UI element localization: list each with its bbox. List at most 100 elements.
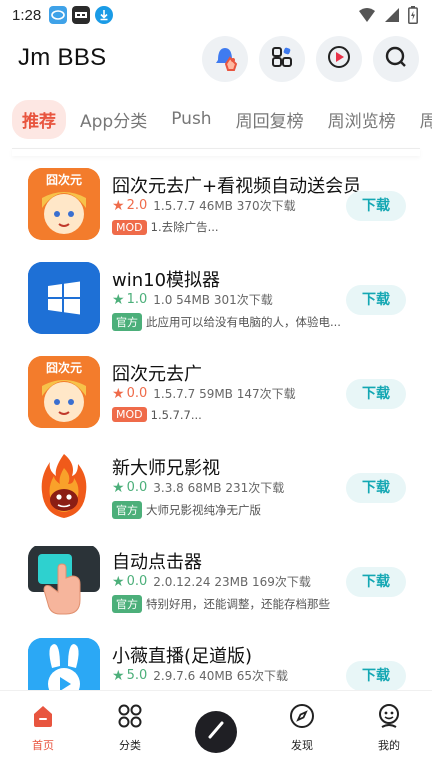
grid-icon <box>117 704 143 733</box>
app-name: 囧次元去广+看视频自动送会员 <box>112 176 362 197</box>
app-size: 23MB <box>214 574 249 589</box>
category-tabs: 推荐 App分类 Push 周回复榜 周浏览榜 周 <box>0 98 432 140</box>
official-badge: 官方 <box>112 595 142 613</box>
app-version: 2.0.12.24 <box>153 574 211 589</box>
jiongciyuan-icon: 囧次元 <box>28 356 100 428</box>
official-badge: 官方 <box>112 501 142 519</box>
video-button[interactable] <box>316 36 362 82</box>
compass-icon <box>289 704 315 733</box>
video-play-icon <box>326 44 352 74</box>
star-icon: ★ <box>112 197 125 214</box>
app-meta: ★ 0.0 3.3.8 68MB 231次下载 <box>112 479 284 496</box>
app-version: 1.5.7.7 <box>153 386 196 401</box>
app-list: 囧次元 囧次元去广+看视频自动送会员 ★ 2.0 1.5.7.7 46MB 37… <box>0 158 432 690</box>
app-meta: ★ 2.0 1.5.7.7 46MB 370次下载 <box>112 197 296 214</box>
status-bar: 1:28 <box>0 0 432 30</box>
windows-logo-icon <box>28 262 100 334</box>
download-button[interactable]: 下载 <box>346 567 406 597</box>
notification-bell-icon <box>208 40 242 78</box>
app-size: 68MB <box>187 480 222 495</box>
list-item[interactable]: win10模拟器 ★ 1.0 1.0 54MB 301次下载 官方 此应用可以给… <box>0 252 432 346</box>
nav-profile[interactable]: 我的 <box>359 703 419 753</box>
app-version: 1.0 <box>153 292 173 307</box>
tab-weekly-views[interactable]: 周浏览榜 <box>318 100 406 139</box>
app-meta: ★ 0.0 1.5.7.7 59MB 147次下载 <box>112 385 296 402</box>
search-icon <box>384 45 408 73</box>
app-description: 大师兄影视纯净无广版 <box>146 503 261 517</box>
download-icon <box>95 6 114 24</box>
app-tagline: 官方 此应用可以给没有电脑的人，体验电... <box>112 313 341 331</box>
nav-home-label: 首页 <box>32 739 54 752</box>
list-item[interactable]: 囧次元 囧次元去广 ★ 0.0 1.5.7.7 59MB 147次下载 MOD … <box>0 346 432 440</box>
nav-category-label: 分类 <box>119 739 141 752</box>
app-tagline: 官方 大师兄影视纯净无广版 <box>112 501 261 519</box>
jiongciyuan-icon: 囧次元 <box>28 168 100 240</box>
app-tagline: 官方 特别好用，还能调整，还能存档那些 <box>112 595 330 613</box>
app-downloads: 65次下载 <box>236 669 289 683</box>
app-description: 1.去除广告... <box>150 220 219 234</box>
app-name: 囧次元去广 <box>112 364 202 385</box>
tab-weekly-reply[interactable]: 周回复榜 <box>226 100 314 139</box>
tab-recommend[interactable]: 推荐 <box>12 99 66 139</box>
nav-category[interactable]: 分类 <box>100 703 160 753</box>
rabbit-play-icon <box>28 638 100 690</box>
home-icon <box>30 706 56 733</box>
auto-clicker-icon <box>28 544 100 616</box>
app-tagline: MOD 1.去除广告... <box>112 219 219 235</box>
app-downloads: 147次下载 <box>236 387 296 401</box>
app-name: 小薇直播(足道版) <box>112 646 253 667</box>
pen-icon <box>205 719 227 745</box>
app-version: 1.5.7.7 <box>153 198 196 213</box>
star-icon: ★ <box>112 479 125 496</box>
divider <box>12 148 420 156</box>
bottom-nav: 首页 分类 发现 我的 <box>0 690 432 768</box>
app-size: 40MB <box>199 668 233 683</box>
download-button[interactable]: 下载 <box>346 379 406 409</box>
list-item[interactable]: 新大师兄影视 ★ 0.0 3.3.8 68MB 231次下载 官方 大师兄影视纯… <box>0 440 432 534</box>
app-rating: 0.0 <box>126 386 148 401</box>
apps-button[interactable] <box>259 36 305 82</box>
app-size: 54MB <box>176 292 211 307</box>
app-downloads: 169次下载 <box>252 575 311 589</box>
tab-push[interactable]: Push <box>161 102 221 136</box>
download-button[interactable]: 下载 <box>346 661 406 690</box>
svg-text:囧次元: 囧次元 <box>46 172 82 187</box>
wifi-icon <box>358 7 376 27</box>
nav-discover-label: 发现 <box>291 739 313 752</box>
app-description: 特别好用，还能调整，还能存档那些 <box>146 597 330 611</box>
app-tagline: MOD 1.5.7.7... <box>112 407 202 422</box>
profile-icon <box>376 704 402 733</box>
nav-post-button[interactable] <box>195 711 237 753</box>
nav-home[interactable]: 首页 <box>13 703 73 753</box>
app-meta: ★ 5.0 2.9.7.6 40MB 65次下载 <box>112 667 288 684</box>
star-icon: ★ <box>112 385 125 402</box>
download-button[interactable]: 下载 <box>346 285 406 315</box>
list-item[interactable]: 小薇直播(足道版) ★ 5.0 2.9.7.6 40MB 65次下载 下载 <box>0 628 432 690</box>
search-button[interactable] <box>373 36 419 82</box>
app-description: 此应用可以给没有电脑的人，体验电... <box>146 315 341 329</box>
notification-button[interactable] <box>202 36 248 82</box>
list-item[interactable]: 囧次元 囧次元去广+看视频自动送会员 ★ 2.0 1.5.7.7 46MB 37… <box>0 158 432 252</box>
download-button[interactable]: 下载 <box>346 191 406 221</box>
status-time: 1:28 <box>12 6 42 24</box>
svg-text:囧次元: 囧次元 <box>46 360 82 375</box>
apps-icon <box>270 45 294 73</box>
download-button[interactable]: 下载 <box>346 473 406 503</box>
app-meta: ★ 1.0 1.0 54MB 301次下载 <box>112 291 273 308</box>
mod-badge: MOD <box>112 407 147 422</box>
app-rating: 2.0 <box>126 198 148 213</box>
tab-weekly-more[interactable]: 周 <box>410 100 432 139</box>
app-meta: ★ 0.0 2.0.12.24 23MB 169次下载 <box>112 573 311 590</box>
list-item[interactable]: 自动点击器 ★ 0.0 2.0.12.24 23MB 169次下载 官方 特别好… <box>0 534 432 628</box>
nav-discover[interactable]: 发现 <box>272 703 332 753</box>
app-rating: 1.0 <box>126 292 148 307</box>
app-version: 2.9.7.6 <box>153 668 196 683</box>
tab-app-category[interactable]: App分类 <box>70 100 157 139</box>
app-downloads: 370次下载 <box>236 199 296 213</box>
app-version: 3.3.8 <box>153 480 184 495</box>
app-description: 1.5.7.7... <box>150 407 202 422</box>
fire-monkey-icon <box>28 450 100 522</box>
star-icon: ★ <box>112 291 125 308</box>
app-name: 新大师兄影视 <box>112 458 220 479</box>
app-downloads: 231次下载 <box>225 481 285 495</box>
